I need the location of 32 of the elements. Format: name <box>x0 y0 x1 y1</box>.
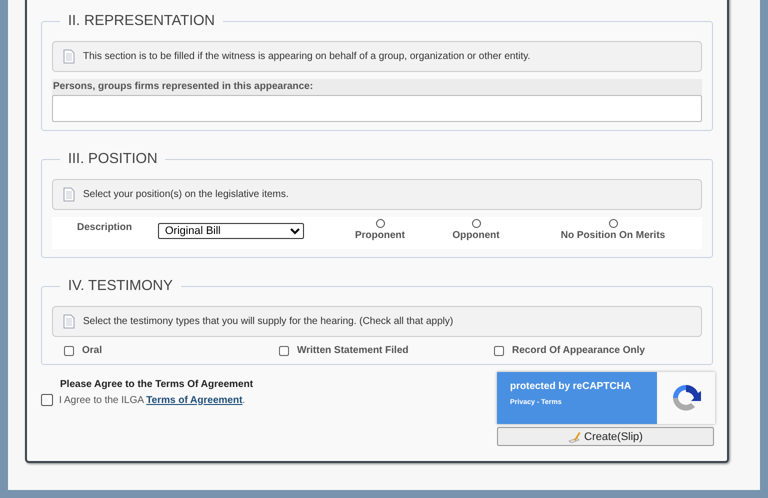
checkbox[interactable] <box>64 346 74 356</box>
section-title: III. POSITION <box>67 151 158 167</box>
document-icon <box>63 314 75 329</box>
agree-text: I Agree to the ILGA Terms of Agreement. <box>59 394 246 406</box>
checkbox[interactable] <box>279 346 289 356</box>
bill-dropdown[interactable]: Original Bill <box>158 223 304 239</box>
radio-button[interactable] <box>376 219 384 228</box>
radio-label: No Position On Merits <box>560 230 666 241</box>
radio-button[interactable] <box>608 219 618 228</box>
section-note: Select your position(s) on the legislative items. <box>83 189 289 200</box>
section-note: Select the testimony types that you will supply for the hearing. (Check all that apply) <box>83 316 454 327</box>
checkbox-label: Record Of Appearance Only <box>512 345 645 356</box>
recaptcha-title: protected by reCAPTCHA <box>510 381 632 392</box>
create-slip-button[interactable]: Create(Slip) <box>497 427 714 446</box>
radio-button[interactable] <box>472 219 480 228</box>
section-title: II. REPRESENTATION <box>67 13 216 29</box>
radio-label: Proponent <box>355 230 405 241</box>
description-label: Description <box>76 221 134 233</box>
checkbox-label: Oral <box>82 345 102 356</box>
terms-link[interactable]: Terms of Agreement <box>146 394 242 406</box>
section-title: IV. TESTIMONY <box>67 278 174 294</box>
document-icon <box>63 187 75 202</box>
represented-input-field[interactable] <box>52 95 702 122</box>
checkbox-label: Written Statement Filed <box>297 345 408 356</box>
pen-icon <box>568 430 582 442</box>
agree-checkbox[interactable] <box>41 394 53 406</box>
document-icon <box>63 49 75 64</box>
section-note: This section is to be filled if the witness is appearing on behalf of a group, organization or other entity. <box>83 51 530 62</box>
radio-label: Opponent <box>452 230 500 241</box>
field-label: Persons, groups firms represented in this appearance: <box>52 79 702 95</box>
agreement-heading: Please Agree to the Terms Of Agreement <box>60 379 254 390</box>
checkbox[interactable] <box>494 346 504 356</box>
